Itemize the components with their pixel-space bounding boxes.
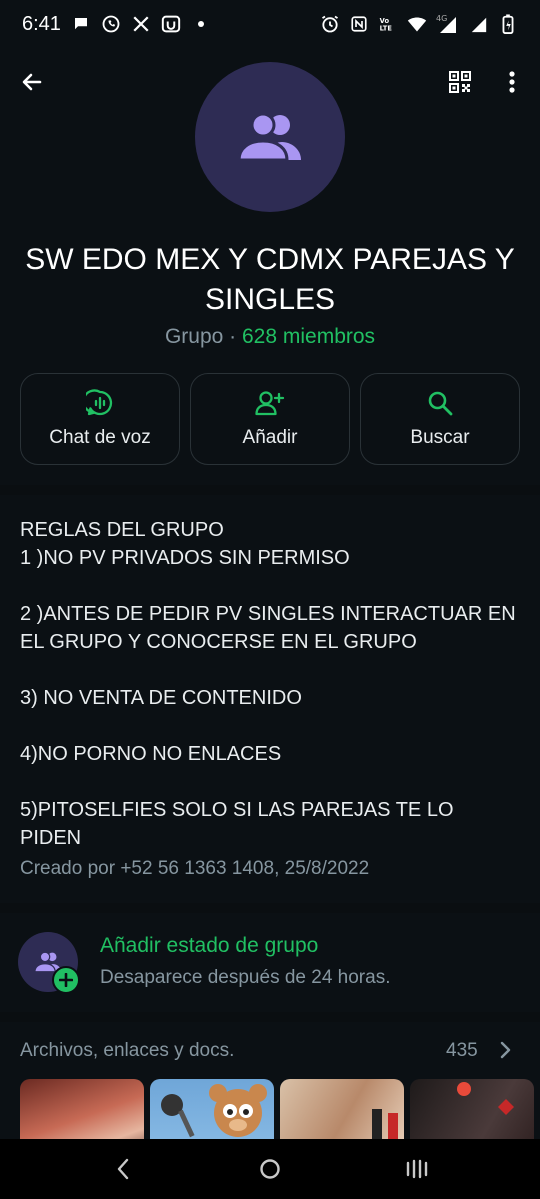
add-person-icon xyxy=(255,389,285,417)
group-description[interactable]: REGLAS DEL GRUPO 1 )NO PV PRIVADOS SIN P… xyxy=(20,516,520,852)
section-divider xyxy=(0,1012,540,1022)
photo-image xyxy=(372,1109,398,1139)
action-buttons: Chat de voz Añadir Buscar xyxy=(20,373,520,465)
signal-icon xyxy=(469,14,489,34)
chat-bubble-icon xyxy=(71,14,91,34)
add-member-label: Añadir xyxy=(242,427,298,448)
search-button[interactable]: Buscar xyxy=(360,373,520,465)
separator: · xyxy=(223,325,242,348)
app-u-icon xyxy=(161,14,181,34)
group-subtitle: Grupo · 628 miembros xyxy=(0,325,540,349)
home-circle-icon xyxy=(260,1159,280,1179)
media-thumbnail[interactable] xyxy=(20,1079,144,1139)
group-name: SW EDO MEX Y CDMX PAREJAS Y SINGLES xyxy=(25,243,515,316)
media-thumbnail[interactable] xyxy=(150,1079,274,1139)
more-options-button[interactable] xyxy=(494,64,530,100)
group-icon xyxy=(237,112,301,162)
search-icon xyxy=(427,389,453,417)
system-nav-bar xyxy=(0,1139,540,1199)
media-thumbnail[interactable] xyxy=(280,1079,404,1139)
add-member-button[interactable]: Añadir xyxy=(190,373,350,465)
section-divider xyxy=(0,903,540,913)
search-label: Buscar xyxy=(410,427,470,448)
chevron-left-icon xyxy=(117,1158,129,1180)
section-divider xyxy=(0,485,540,495)
media-section-label[interactable]: Archivos, enlaces y docs. xyxy=(20,1040,234,1062)
voice-chat-icon xyxy=(86,389,114,417)
chevron-right-icon[interactable] xyxy=(494,1038,516,1062)
member-count-link[interactable]: 628 miembros xyxy=(242,325,375,348)
x-icon xyxy=(131,14,151,34)
created-by-text: Creado por +52 56 1363 1408, 25/8/2022 xyxy=(20,858,370,879)
nav-back-button[interactable] xyxy=(110,1155,136,1183)
svg-text:4G: 4G xyxy=(436,14,447,23)
qr-code-button[interactable] xyxy=(442,64,478,100)
svg-text:LTE: LTE xyxy=(380,25,393,33)
nfc-icon xyxy=(349,14,369,34)
add-status-plus-icon[interactable] xyxy=(52,966,80,994)
back-button[interactable] xyxy=(14,64,50,100)
arrow-back-icon xyxy=(22,73,42,91)
wifi-icon xyxy=(407,14,427,34)
media-count[interactable]: 435 xyxy=(446,1040,478,1062)
dot-icon xyxy=(191,14,211,34)
media-thumbnails xyxy=(20,1079,540,1139)
group-status-subtitle: Desaparece después de 24 horas. xyxy=(100,967,391,988)
volte-icon: Vo LTE xyxy=(378,14,398,34)
alarm-icon xyxy=(320,14,340,34)
qr-code-icon xyxy=(449,71,471,93)
voice-chat-button[interactable]: Chat de voz xyxy=(20,373,180,465)
media-thumbnail[interactable] xyxy=(410,1079,534,1139)
group-type: Grupo xyxy=(164,325,224,348)
group-avatar[interactable] xyxy=(195,62,345,212)
cartoon-image xyxy=(161,1084,267,1138)
nav-home-button[interactable] xyxy=(257,1156,283,1182)
signal-4g-icon: 4G xyxy=(436,14,460,34)
add-group-status-link[interactable]: Añadir estado de grupo xyxy=(100,934,318,958)
more-vert-icon xyxy=(509,71,515,93)
photo-image xyxy=(457,1082,514,1115)
recents-icon xyxy=(406,1159,428,1179)
nav-recents-button[interactable] xyxy=(404,1155,430,1183)
status-time: 6:41 xyxy=(22,12,61,35)
battery-icon xyxy=(498,14,518,34)
voice-chat-label: Chat de voz xyxy=(49,427,151,448)
status-bar: 6:41 Vo LTE 4G xyxy=(0,0,540,48)
whatsapp-icon xyxy=(101,14,121,34)
